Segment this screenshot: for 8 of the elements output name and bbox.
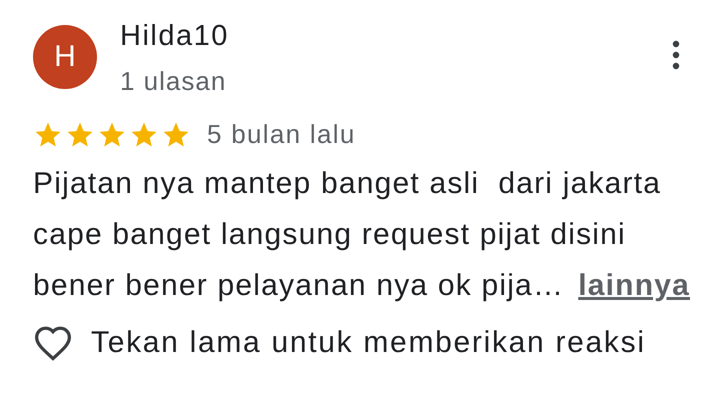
reaction-button[interactable]: Tekan lama untuk memberikan reaksi [33, 325, 646, 361]
reviewer-name: Hilda10 [120, 20, 230, 53]
more-vertical-icon [672, 40, 680, 70]
review-date: 5 bulan lalu [207, 119, 356, 150]
more-link[interactable]: lainnya [578, 260, 690, 311]
avatar: H [33, 25, 97, 89]
review-text: Pijatan nya mantep banget asli dari jakarta cape banget langsung request pijat disini bener bener pelayanan nya ok pija… lainnya [33, 158, 690, 311]
review-count: 1 ulasan [120, 66, 228, 97]
